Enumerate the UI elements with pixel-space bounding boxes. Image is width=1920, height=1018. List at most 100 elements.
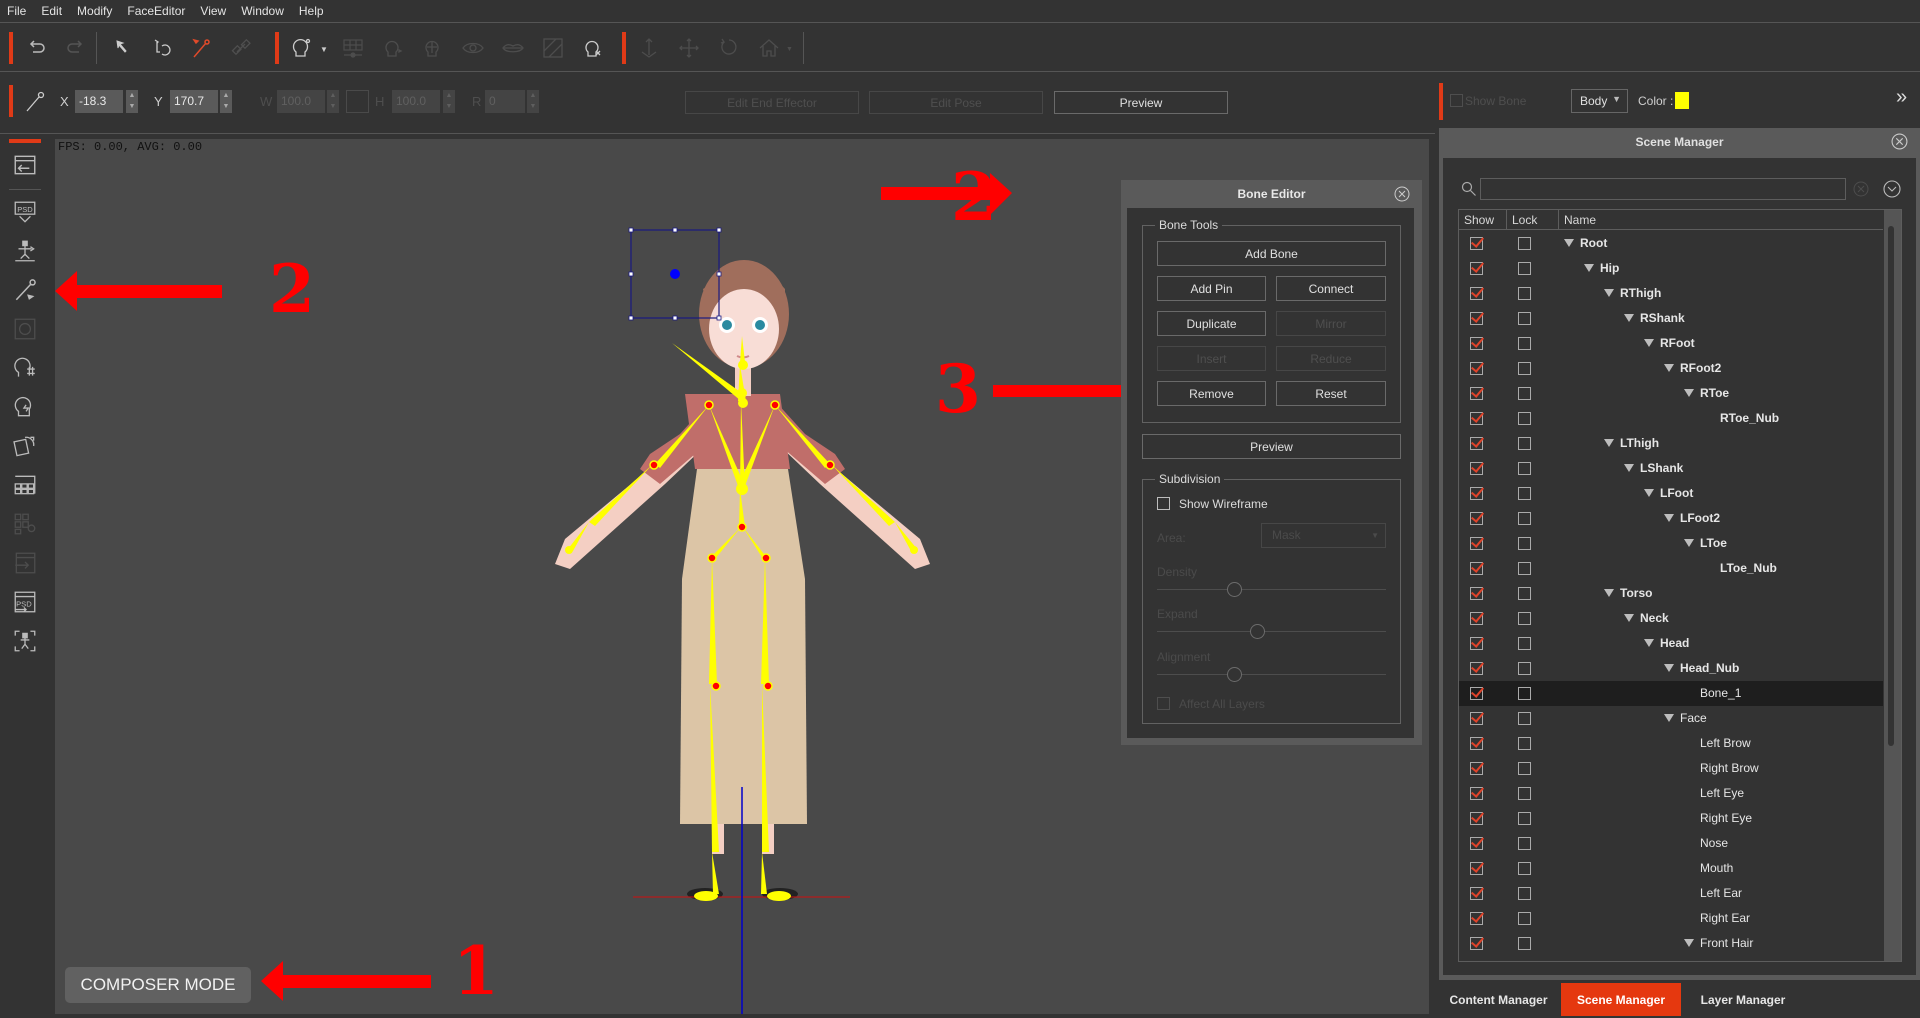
tree-row[interactable]: Right Ear xyxy=(1459,906,1883,931)
lock-checkbox[interactable] xyxy=(1518,887,1531,900)
resize-handle[interactable] xyxy=(716,227,722,233)
lock-checkbox[interactable] xyxy=(1518,862,1531,875)
menu-window[interactable]: Window xyxy=(241,4,284,18)
close-icon[interactable] xyxy=(1394,186,1410,202)
tree-row[interactable]: RFoot2 xyxy=(1459,356,1883,381)
show-checkbox[interactable] xyxy=(1470,362,1483,375)
lock-checkbox[interactable] xyxy=(1518,612,1531,625)
tree-row[interactable]: LThigh xyxy=(1459,431,1883,456)
bone-editor-icon[interactable] xyxy=(10,276,40,304)
joint[interactable] xyxy=(565,546,573,554)
column-show[interactable]: Show xyxy=(1459,210,1507,229)
face-head-icon[interactable] xyxy=(288,35,314,61)
tree-row[interactable]: Neck xyxy=(1459,606,1883,631)
expand-triangle-icon[interactable] xyxy=(1624,464,1634,472)
lock-checkbox[interactable] xyxy=(1518,687,1531,700)
lock-checkbox[interactable] xyxy=(1518,462,1531,475)
tree-row[interactable]: Left Brow xyxy=(1459,731,1883,756)
mirror-button[interactable]: Mirror xyxy=(1276,311,1386,336)
show-checkbox[interactable] xyxy=(1470,237,1483,250)
menu-edit[interactable]: Edit xyxy=(41,4,62,18)
head-remove-icon[interactable] xyxy=(580,35,606,61)
lock-checkbox[interactable] xyxy=(1518,412,1531,425)
expand-triangle-icon[interactable] xyxy=(1664,514,1674,522)
joint[interactable] xyxy=(707,553,717,563)
show-checkbox[interactable] xyxy=(1470,512,1483,525)
tree-row[interactable]: Head_Nub xyxy=(1459,656,1883,681)
tree-row[interactable]: LToe_Nub xyxy=(1459,556,1883,581)
y-field[interactable]: 170.7 xyxy=(170,90,218,113)
tree-row[interactable]: Torso xyxy=(1459,581,1883,606)
show-checkbox[interactable] xyxy=(1470,537,1483,550)
redo-icon[interactable] xyxy=(62,35,88,61)
lock-checkbox[interactable] xyxy=(1518,562,1531,575)
scene-search-input[interactable] xyxy=(1480,178,1846,200)
import-icon[interactable] xyxy=(10,151,40,179)
lock-checkbox[interactable] xyxy=(1518,437,1531,450)
expand-triangle-icon[interactable] xyxy=(1644,339,1654,347)
x-spinner[interactable]: ▲ ▼ xyxy=(126,90,138,113)
joint[interactable] xyxy=(737,388,747,398)
lock-checkbox[interactable] xyxy=(1518,912,1531,925)
expand-triangle-icon[interactable] xyxy=(1624,314,1634,322)
show-checkbox[interactable] xyxy=(1470,637,1483,650)
show-checkbox[interactable] xyxy=(1470,287,1483,300)
tree-row[interactable]: Head xyxy=(1459,631,1883,656)
connect-button[interactable]: Connect xyxy=(1276,276,1386,301)
r-field[interactable]: 0 xyxy=(485,90,525,113)
joint[interactable] xyxy=(704,400,714,410)
expand-triangle-icon[interactable] xyxy=(1564,239,1574,247)
area-select[interactable]: Mask ▼ xyxy=(1261,523,1386,548)
w-spinner[interactable]: ▲ ▼ xyxy=(327,90,339,113)
tree-row[interactable]: Bone_1 xyxy=(1459,681,1883,706)
joint[interactable] xyxy=(910,546,918,554)
expand-triangle-icon[interactable] xyxy=(1684,389,1694,397)
joint[interactable] xyxy=(770,400,780,410)
lock-checkbox[interactable] xyxy=(1518,937,1531,950)
edit-pose-button[interactable]: Edit Pose xyxy=(869,91,1043,114)
expand-triangle-icon[interactable] xyxy=(1624,614,1634,622)
show-checkbox[interactable] xyxy=(1470,912,1483,925)
close-icon[interactable] xyxy=(1891,133,1908,150)
show-checkbox[interactable] xyxy=(1470,837,1483,850)
lock-checkbox[interactable] xyxy=(1518,837,1531,850)
show-checkbox[interactable] xyxy=(1470,787,1483,800)
foot[interactable] xyxy=(767,891,791,901)
resize-handle[interactable] xyxy=(672,227,678,233)
select-arrow-icon[interactable] xyxy=(110,35,136,61)
tree-row[interactable]: Right Eye xyxy=(1459,806,1883,831)
tree-scrollbar[interactable] xyxy=(1884,210,1901,961)
expand-triangle-icon[interactable] xyxy=(1644,639,1654,647)
psd-import-icon[interactable]: PSD xyxy=(10,198,40,226)
show-checkbox[interactable] xyxy=(1470,462,1483,475)
show-checkbox[interactable] xyxy=(1470,687,1483,700)
tree-row[interactable]: RShank xyxy=(1459,306,1883,331)
density-slider-track[interactable] xyxy=(1157,589,1386,590)
show-checkbox[interactable] xyxy=(1470,262,1483,275)
show-checkbox[interactable] xyxy=(1470,312,1483,325)
show-checkbox[interactable] xyxy=(1470,737,1483,750)
expand-triangle-icon[interactable] xyxy=(1644,489,1654,497)
resize-handle[interactable] xyxy=(628,315,634,321)
lock-checkbox[interactable] xyxy=(1518,262,1531,275)
undo-icon[interactable] xyxy=(24,35,50,61)
edit-end-effector-button[interactable]: Edit End Effector xyxy=(685,91,859,114)
tree-row[interactable]: Nose xyxy=(1459,831,1883,856)
tree-row[interactable]: LShank xyxy=(1459,456,1883,481)
lock-checkbox[interactable] xyxy=(1518,362,1531,375)
column-lock[interactable]: Lock xyxy=(1507,210,1559,229)
show-checkbox[interactable] xyxy=(1470,587,1483,600)
show-checkbox[interactable] xyxy=(1470,712,1483,725)
character-bounds-icon[interactable] xyxy=(10,627,40,655)
menu-view[interactable]: View xyxy=(200,4,226,18)
add-pin-button[interactable]: Add Pin xyxy=(1157,276,1266,301)
expand-toolbar-icon[interactable]: » xyxy=(1896,86,1907,109)
joint[interactable] xyxy=(649,460,659,470)
composer-mode-badge[interactable]: COMPOSER MODE xyxy=(65,967,251,1003)
preview-button[interactable]: Preview xyxy=(1054,91,1228,114)
tree-row[interactable]: LFoot2 xyxy=(1459,506,1883,531)
joint[interactable] xyxy=(825,460,835,470)
lock-checkbox[interactable] xyxy=(1518,587,1531,600)
lock-checkbox[interactable] xyxy=(1518,537,1531,550)
affect-all-layers-checkbox[interactable] xyxy=(1157,697,1170,710)
